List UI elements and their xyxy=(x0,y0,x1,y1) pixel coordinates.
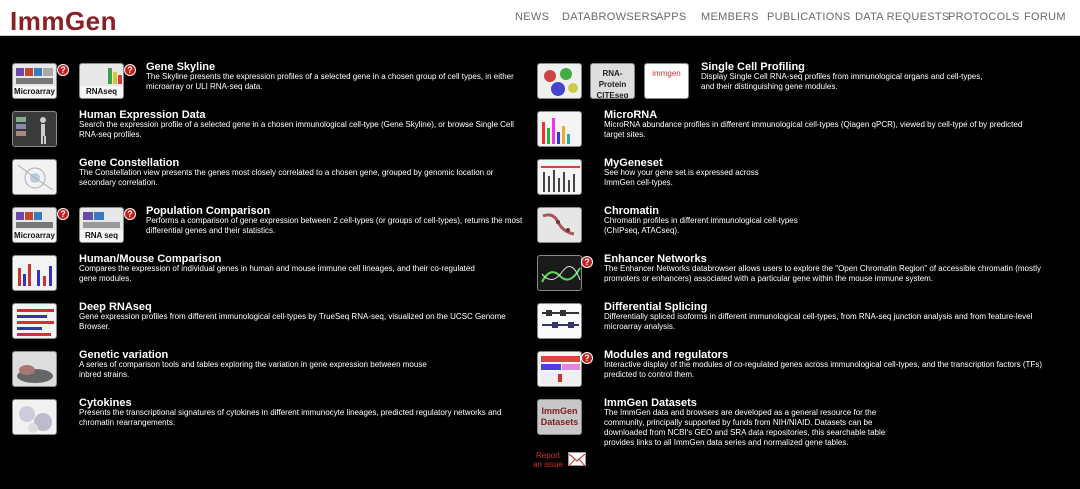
bar-chart-icon xyxy=(541,166,580,192)
population-comparison-description: Performs a comparison of gene expression… xyxy=(146,216,523,235)
human-figure-icon xyxy=(16,117,46,144)
human-expression-thumbnail[interactable] xyxy=(12,111,57,147)
human-expression-description: Search the expression profile of a selec… xyxy=(79,120,514,139)
single-cell-umap-thumbnail[interactable] xyxy=(537,63,582,99)
gene-skyline-rnaseq-thumbnail[interactable]: RNAseq xyxy=(79,63,124,99)
nav-forum[interactable]: FORUM xyxy=(1024,11,1066,23)
mouse-strain-icon xyxy=(17,365,53,383)
population-comparison-microarray-thumbnail[interactable]: Microarray xyxy=(12,207,57,243)
gene-constellation-description: The Constellation view presents the gene… xyxy=(79,168,494,187)
bar-chart-icon xyxy=(108,68,122,84)
deep-rnaseq-thumbnail[interactable] xyxy=(12,303,57,339)
cytokines-thumbnail[interactable] xyxy=(12,399,57,435)
umap-icon xyxy=(544,68,578,96)
differential-splicing-thumbnail[interactable] xyxy=(537,303,582,339)
nav-data-requests[interactable]: DATA REQUESTS xyxy=(855,11,950,23)
population-comparison-rnaseq-thumbnail[interactable]: RNA seq xyxy=(79,207,124,243)
help-icon[interactable]: ? xyxy=(57,64,69,76)
immgen-scrna-thumbnail[interactable]: immgen xyxy=(644,63,689,99)
report-issue-link[interactable]: Report an issue xyxy=(533,451,563,469)
network-icon xyxy=(17,164,54,191)
enhancer-networks-thumbnail[interactable] xyxy=(537,255,582,291)
top-navigation-bar: ImmGen NEWS DATABROWSERS APPS MEMBERS PU… xyxy=(0,0,1080,36)
microrna-description: MicroRNA abundance profiles in different… xyxy=(604,120,1023,139)
bar-chart-icon xyxy=(542,118,570,144)
nav-news[interactable]: NEWS xyxy=(515,11,549,23)
citeseq-thumbnail[interactable]: RNA-Protein CITEseq xyxy=(590,63,635,99)
help-icon[interactable]: ? xyxy=(57,208,69,220)
help-icon[interactable]: ? xyxy=(124,208,136,220)
genome-browser-icon xyxy=(17,309,54,336)
help-icon[interactable]: ? xyxy=(581,352,593,364)
immgen-datasets-description: The ImmGen data and browsers are develop… xyxy=(604,408,886,447)
microrna-thumbnail[interactable] xyxy=(537,111,582,147)
envelope-icon[interactable] xyxy=(568,452,586,467)
network-icon xyxy=(541,266,581,283)
human-mouse-comparison-thumbnail[interactable] xyxy=(12,255,57,291)
modules-regulators-thumbnail[interactable] xyxy=(537,351,582,387)
mygeneset-description: See how your gene set is expressed acros… xyxy=(604,168,759,187)
chromatin-thumbnail[interactable] xyxy=(537,207,582,243)
nav-members[interactable]: MEMBERS xyxy=(701,11,759,23)
heatmap-icon xyxy=(83,212,120,228)
isoform-icon xyxy=(542,310,579,328)
gene-skyline-description: The Skyline presents the expression prof… xyxy=(146,72,514,91)
enhancer-networks-description: The Enhancer Networks databrowser allows… xyxy=(604,264,1041,283)
heatmap-icon xyxy=(16,68,53,84)
nav-publications[interactable]: PUBLICATIONS xyxy=(767,11,850,23)
human-mouse-comparison-description: Compares the expression of individual ge… xyxy=(79,264,475,283)
gene-skyline-microarray-thumbnail[interactable]: Microarray xyxy=(12,63,57,99)
chromatin-description: Chromatin profiles in different immunolo… xyxy=(604,216,798,235)
nav-databrowsers[interactable]: DATABROWSERS xyxy=(562,11,657,23)
cell-icon xyxy=(19,406,52,433)
nav-protocols[interactable]: PROTOCOLS xyxy=(948,11,1020,23)
help-icon[interactable]: ? xyxy=(124,64,136,76)
differential-splicing-description: Differentially spliced isoforms in diffe… xyxy=(604,312,1033,331)
mygeneset-thumbnail[interactable] xyxy=(537,159,582,195)
nav-apps[interactable]: APPS xyxy=(656,11,687,23)
bar-chart-icon xyxy=(18,264,52,286)
genetic-variation-description: A series of comparison tools and tables … xyxy=(79,360,427,379)
heatmap-icon xyxy=(16,212,53,228)
cytokines-description: Presents the transcriptional signatures … xyxy=(79,408,502,427)
deep-rnaseq-description: Gene expression profiles from different … xyxy=(79,312,506,331)
gene-constellation-thumbnail[interactable] xyxy=(12,159,57,195)
immgen-datasets-thumbnail[interactable]: ImmGen Datasets xyxy=(537,399,582,435)
single-cell-profiling-description: Display Single Cell RNA-seq profiles fro… xyxy=(701,72,983,91)
help-icon[interactable]: ? xyxy=(581,256,593,268)
modules-regulators-description: Interactive display of the modules of co… xyxy=(604,360,1042,379)
heatmap-icon xyxy=(541,356,580,384)
immgen-logo[interactable]: ImmGen xyxy=(10,6,117,37)
genetic-variation-thumbnail[interactable] xyxy=(12,351,57,387)
chromatin-icon xyxy=(542,213,575,236)
